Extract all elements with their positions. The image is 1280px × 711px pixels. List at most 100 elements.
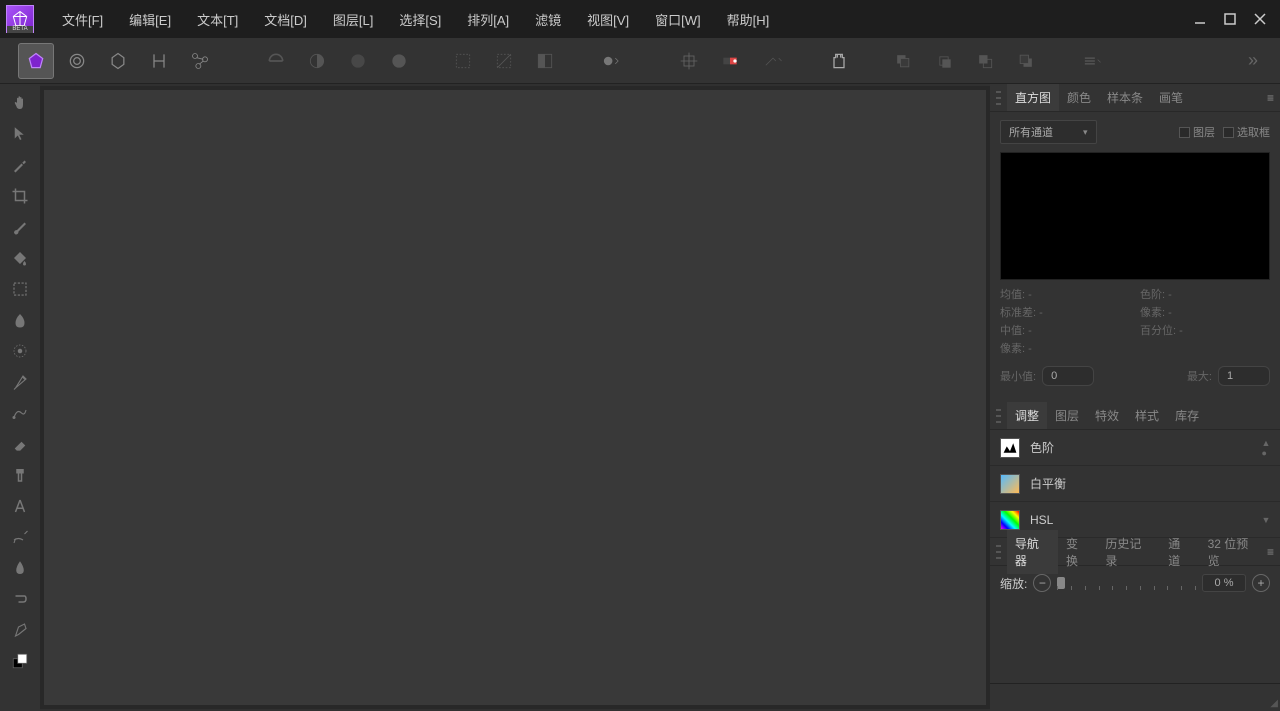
scroll-down-icon[interactable]: ▼ <box>1262 515 1270 525</box>
channel-dropdown[interactable]: 所有通道 <box>1000 120 1097 144</box>
move-front-icon[interactable] <box>1008 43 1044 79</box>
stat-percentile: 百分位: - <box>1140 322 1270 338</box>
menu-view[interactable]: 视图[V] <box>574 10 642 29</box>
fill-tool-icon[interactable] <box>7 247 33 269</box>
min-input[interactable] <box>1042 366 1094 386</box>
select-all-icon[interactable] <box>445 43 481 79</box>
persona-tone-icon[interactable] <box>141 43 177 79</box>
panel-grip-icon[interactable] <box>996 545 1001 559</box>
stat-stddev: 标准差: - <box>1000 304 1130 320</box>
stat-median: 中值: - <box>1000 322 1130 338</box>
sponge-tool-icon[interactable] <box>7 619 33 641</box>
tab-brushes[interactable]: 画笔 <box>1151 84 1191 111</box>
force-pixel-icon[interactable] <box>712 43 748 79</box>
histogram-display <box>1000 152 1270 280</box>
quick-mask-icon[interactable] <box>591 43 631 79</box>
chk-layer[interactable]: 图层 <box>1179 124 1215 140</box>
persona-export-icon[interactable] <box>182 43 218 79</box>
auto-contrast-icon[interactable] <box>299 43 335 79</box>
zoom-out-button[interactable]: − <box>1033 574 1051 592</box>
text-tool-icon[interactable] <box>7 495 33 517</box>
persona-develop-icon[interactable] <box>100 43 136 79</box>
tab-histogram[interactable]: 直方图 <box>1007 84 1059 111</box>
close-icon[interactable] <box>1252 11 1268 27</box>
tab-color[interactable]: 颜色 <box>1059 84 1099 111</box>
invert-selection-icon[interactable] <box>527 43 563 79</box>
tab-layers[interactable]: 图层 <box>1047 402 1087 429</box>
tab-stock[interactable]: 库存 <box>1167 402 1207 429</box>
right-panels: 直方图 颜色 样本条 画笔 ≡ 所有通道 图层 选取框 均值: - 色阶: - … <box>990 84 1280 711</box>
menu-select[interactable]: 选择[S] <box>386 10 454 29</box>
snapping-icon[interactable] <box>671 43 707 79</box>
auto-levels-icon[interactable] <box>258 43 294 79</box>
smudge-tool-icon[interactable] <box>7 588 33 610</box>
menu-edit[interactable]: 编辑[E] <box>116 10 184 29</box>
brush-tool-icon[interactable] <box>7 216 33 238</box>
toolbar-overflow-icon[interactable]: » <box>1248 50 1262 71</box>
stock-icon[interactable] <box>821 43 857 79</box>
assistant-icon[interactable] <box>753 43 793 79</box>
minimize-icon[interactable] <box>1192 11 1208 27</box>
crop-tool-icon[interactable] <box>7 185 33 207</box>
node-tool-icon[interactable] <box>7 402 33 424</box>
main-toolbar: » <box>0 38 1280 84</box>
flood-select-icon[interactable] <box>7 309 33 331</box>
tab-swatches[interactable]: 样本条 <box>1099 84 1151 111</box>
blur-tool-icon[interactable] <box>7 557 33 579</box>
persona-liquify-icon[interactable] <box>59 43 95 79</box>
menu-file[interactable]: 文件[F] <box>49 10 116 29</box>
canvas[interactable] <box>40 86 990 709</box>
adjust-white-balance[interactable]: 白平衡 <box>990 466 1280 502</box>
selection-brush-icon[interactable] <box>7 340 33 362</box>
panel-grip-icon[interactable] <box>996 409 1001 423</box>
menu-filter[interactable]: 滤镜 <box>522 10 574 29</box>
zoom-value[interactable]: 0 % <box>1202 574 1246 592</box>
panel-menu-icon[interactable]: ≡ <box>1267 545 1274 559</box>
title-bar: 文件[F] 编辑[E] 文本[T] 文档[D] 图层[L] 选择[S] 排列[A… <box>0 0 1280 38</box>
white-balance-icon <box>1000 474 1020 494</box>
back-one-icon[interactable] <box>926 43 962 79</box>
menu-layer[interactable]: 图层[L] <box>320 10 386 29</box>
menu-help[interactable]: 帮助[H] <box>714 10 783 29</box>
panel-grip-icon[interactable] <box>996 91 1001 105</box>
pan-tool-icon[interactable] <box>7 92 33 114</box>
tab-effects[interactable]: 特效 <box>1087 402 1127 429</box>
adjust-levels[interactable]: 色阶 ▲● <box>990 430 1280 466</box>
arrange-icon[interactable] <box>1072 43 1112 79</box>
resize-grip-icon[interactable]: ◢ <box>1270 698 1278 709</box>
marquee-tool-icon[interactable] <box>7 278 33 300</box>
min-label: 最小值: <box>1000 368 1036 384</box>
retouch-tool-icon[interactable] <box>7 526 33 548</box>
menu-window[interactable]: 窗口[W] <box>642 10 714 29</box>
maximize-icon[interactable] <box>1222 11 1238 27</box>
scroll-up-icon[interactable]: ▲● <box>1262 438 1270 458</box>
tab-adjust[interactable]: 调整 <box>1007 402 1047 429</box>
chk-selection[interactable]: 选取框 <box>1223 124 1270 140</box>
menu-arrange[interactable]: 排列[A] <box>454 10 522 29</box>
deselect-icon[interactable] <box>486 43 522 79</box>
swatch-icon[interactable] <box>7 650 33 672</box>
zoom-slider[interactable] <box>1057 575 1196 591</box>
status-bar: ◢ <box>990 683 1280 711</box>
zoom-in-button[interactable]: + <box>1252 574 1270 592</box>
auto-colors-icon[interactable] <box>340 43 376 79</box>
stat-mean: 均值: - <box>1000 286 1130 302</box>
eraser-tool-icon[interactable] <box>7 433 33 455</box>
hsl-icon <box>1000 510 1020 530</box>
clone-tool-icon[interactable] <box>7 464 33 486</box>
max-input[interactable] <box>1218 366 1270 386</box>
stat-pixels: 像素: - <box>1140 304 1270 320</box>
stat-pixels2: 像素: - <box>1000 340 1130 356</box>
tab-styles[interactable]: 样式 <box>1127 402 1167 429</box>
persona-photo-icon[interactable] <box>18 43 54 79</box>
pen-tool-icon[interactable] <box>7 371 33 393</box>
move-tool-icon[interactable] <box>7 123 33 145</box>
move-back-icon[interactable] <box>885 43 921 79</box>
color-picker-icon[interactable] <box>7 154 33 176</box>
menu-document[interactable]: 文档[D] <box>251 10 320 29</box>
panel-menu-icon[interactable]: ≡ <box>1267 91 1274 105</box>
stat-color-level: 色阶: - <box>1140 286 1270 302</box>
menu-text[interactable]: 文本[T] <box>184 10 251 29</box>
forward-one-icon[interactable] <box>967 43 1003 79</box>
auto-white-icon[interactable] <box>381 43 417 79</box>
